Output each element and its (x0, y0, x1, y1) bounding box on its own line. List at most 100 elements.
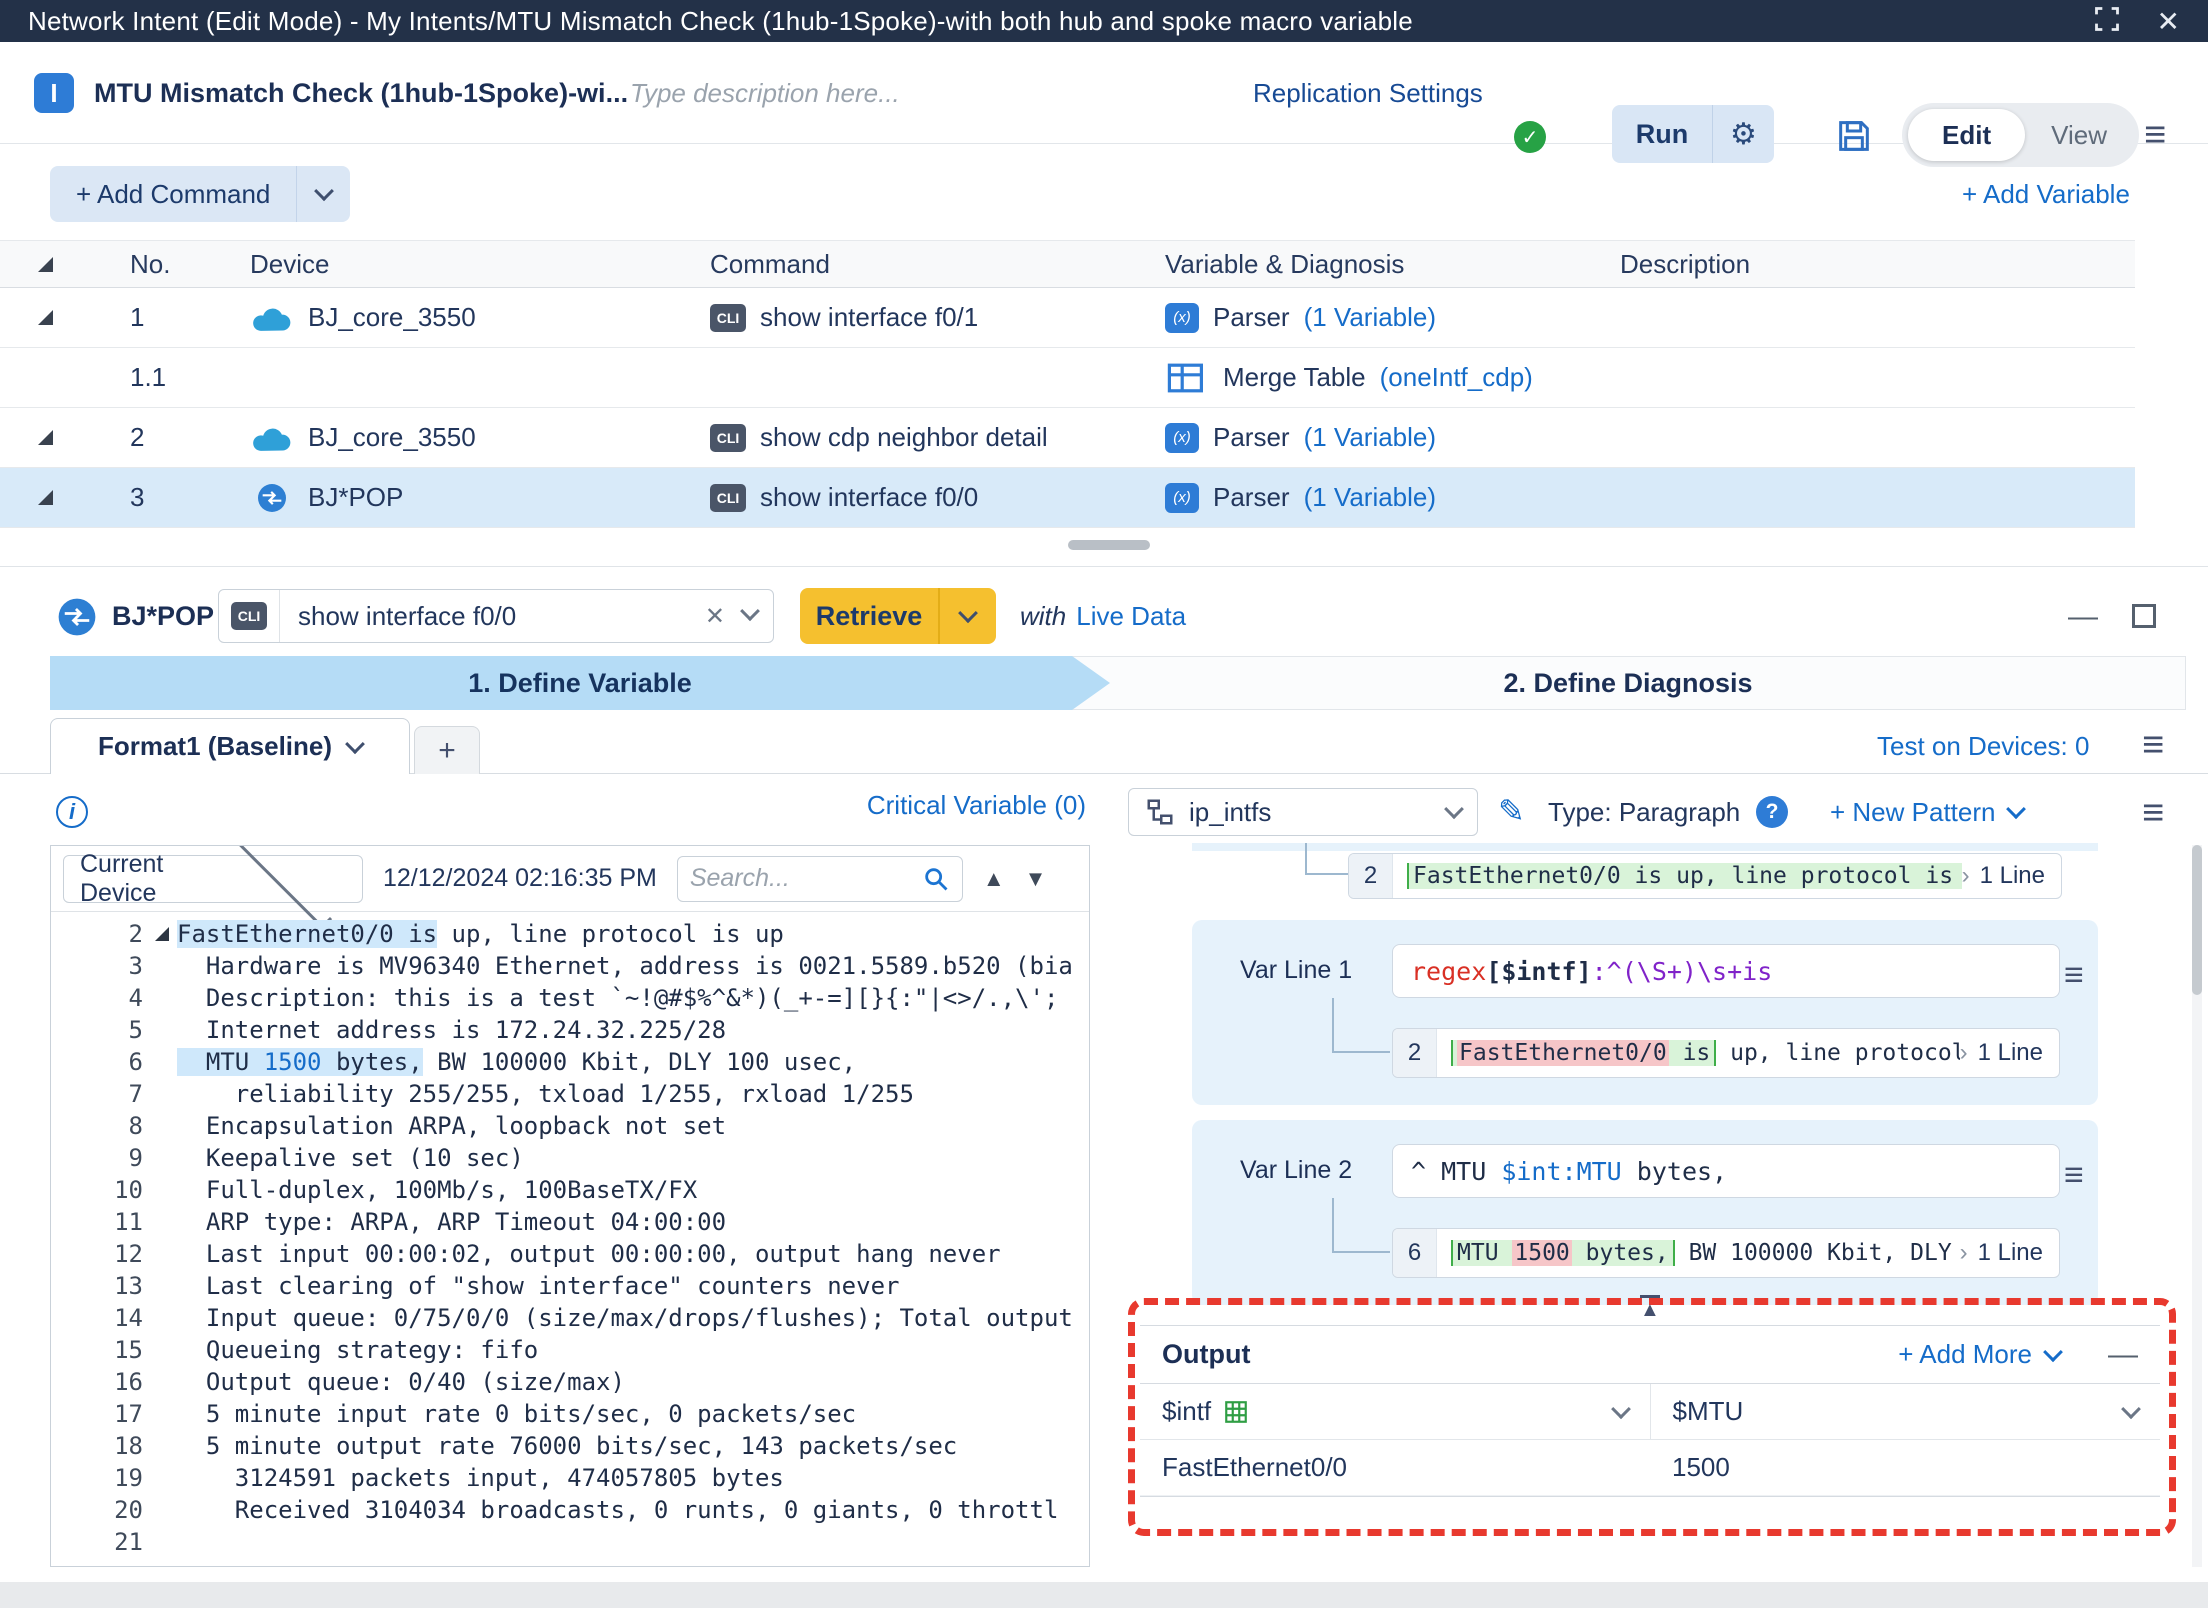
maximize-icon[interactable] (2093, 5, 2121, 38)
var-line-1-menu-icon[interactable]: ≡ (2064, 956, 2084, 995)
new-pattern-label: + New Pattern (1830, 797, 1995, 828)
code-line: 5 Internet address is 172.24.32.225/28 (51, 1014, 1089, 1046)
merge-table-label: Merge Table (1223, 362, 1366, 393)
row-expander-icon[interactable] (38, 430, 53, 445)
device-name: BJ_core_3550 (308, 422, 476, 453)
line-count-link[interactable]: ›1 Line (1962, 862, 2061, 890)
collapse-output-icon[interactable]: ▲ (1640, 1295, 1660, 1320)
variable-type-label: Type: Paragraph (1548, 788, 1740, 836)
output-header: Output + Add More — (1140, 1326, 2160, 1384)
save-icon[interactable] (1834, 116, 1874, 156)
test-on-devices-link[interactable]: Test on Devices: 0 (1877, 718, 2089, 774)
description-input[interactable]: Type description here... (630, 42, 900, 144)
var-line-2-card: Var Line 2 ^ MTU $int:MTU bytes, ≡ 6 MTU… (1192, 1120, 2098, 1305)
table-row[interactable]: 1.1 Merge Table (oneIntf_cdp) (0, 348, 2135, 408)
tab-format1-baseline[interactable]: Format1 (Baseline) (50, 718, 410, 774)
help-icon[interactable]: ? (1756, 796, 1788, 828)
code-line: 4 Description: this is a test `~!@#$%^&*… (51, 982, 1089, 1014)
command-value: show interface f0/0 (280, 601, 691, 632)
add-command-dropdown[interactable] (296, 166, 350, 222)
line-text: Full-duplex, 100Mb/s, 100BaseTX/FX (177, 1174, 697, 1206)
variable-link[interactable]: (1 Variable) (1304, 482, 1436, 513)
command-dropdown-icon[interactable] (739, 607, 773, 626)
line-number: 3 (51, 950, 143, 982)
collapse-marker-icon[interactable] (155, 927, 169, 941)
row-expander-icon[interactable] (38, 490, 53, 505)
add-more-link[interactable]: + Add More (1898, 1339, 2060, 1370)
critical-variable-link[interactable]: Critical Variable (0) (820, 790, 1086, 821)
var-line-1-label: Var Line 1 (1240, 956, 1352, 985)
replication-settings-link[interactable]: Replication Settings (1253, 42, 1483, 144)
output-column-intf-select[interactable]: $intf (1140, 1384, 1650, 1439)
horizontal-scrollbar[interactable] (1068, 540, 1150, 550)
row-expander-icon[interactable] (38, 310, 53, 325)
device-output-panel: Current Device 12/12/2024 02:16:35 PM Se… (50, 845, 1090, 1567)
tabs-menu-icon[interactable]: ≡ (2142, 726, 2164, 764)
search-next-icon[interactable]: ▼ (1025, 866, 1047, 892)
window-titlebar: Network Intent (Edit Mode) - My Intents/… (0, 0, 2208, 42)
run-button[interactable]: Run (1612, 105, 1712, 163)
line-count-link[interactable]: ›1 Line (1960, 1239, 2059, 1267)
output-minimize-icon[interactable]: — (2108, 1338, 2138, 1372)
merge-table-icon (1165, 362, 1209, 394)
search-input[interactable]: Search... (677, 856, 963, 902)
line-count-link[interactable]: ›1 Line (1960, 1039, 2059, 1067)
view-toggle[interactable]: View (2025, 120, 2133, 151)
retrieve-button-group: Retrieve (800, 588, 996, 644)
var-line-1-card: Var Line 1 regex[$intf]:^(\S+)\s+is ≡ 2 … (1192, 920, 2098, 1105)
line-text: Output queue: 0/40 (size/max) (177, 1366, 625, 1398)
code-line: 15 Queueing strategy: fifo (51, 1334, 1089, 1366)
table-row-selected[interactable]: 3 BJ*POP CLI show interface f0/0 (x) Par… (0, 468, 2135, 528)
add-format-tab[interactable]: + (414, 726, 480, 774)
run-settings-button[interactable]: ⚙ (1712, 105, 1774, 163)
device-scope-select[interactable]: Current Device (63, 855, 363, 903)
vertical-scrollbar[interactable] (2192, 845, 2202, 995)
output-column-mtu-select[interactable]: $MTU (1650, 1384, 2161, 1439)
var-line-2-match-row[interactable]: 6 MTU 1500 bytes, BW 100000 Kbit, DLY ..… (1392, 1228, 2060, 1278)
variable-select[interactable]: ip_intfs (1128, 788, 1478, 836)
var-line-2-menu-icon[interactable]: ≡ (2064, 1156, 2084, 1195)
code-line: 8 Encapsulation ARPA, loopback not set (51, 1110, 1089, 1142)
search-icon[interactable] (922, 865, 950, 893)
command-select[interactable]: CLI show interface f0/0 ✕ (218, 589, 774, 643)
var-line-1-match-row[interactable]: 2 FastEthernet0/0 is up, line protocol i… (1392, 1028, 2060, 1078)
edit-variable-icon[interactable]: ✎ (1498, 792, 1525, 830)
variable-name: ip_intfs (1189, 797, 1433, 828)
table-row[interactable]: 2 BJ_core_3550 CLI show cdp neighbor det… (0, 408, 2135, 468)
step-define-variable[interactable]: 1. Define Variable (50, 656, 1110, 710)
variable-link[interactable]: (1 Variable) (1304, 302, 1436, 333)
pattern-menu-icon[interactable]: ≡ (2142, 794, 2164, 832)
merge-table-link[interactable]: (oneIntf_cdp) (1380, 362, 1533, 393)
search-prev-icon[interactable]: ▲ (983, 866, 1005, 892)
restore-icon[interactable] (2132, 604, 2156, 628)
close-icon[interactable]: ✕ (2157, 5, 2180, 38)
parser-icon: (x) (1165, 423, 1199, 453)
add-variable-link[interactable]: + Add Variable (1962, 166, 2130, 222)
chevron-down-icon (2007, 799, 2027, 819)
header-menu-icon[interactable]: ≡ (2144, 116, 2166, 154)
retrieve-dropdown-button[interactable] (938, 588, 996, 644)
code-line: 16 Output queue: 0/40 (size/max) (51, 1366, 1089, 1398)
sample-match-row[interactable]: 2 FastEthernet0/0 is up, line protocol i… (1348, 853, 2062, 899)
cli-icon: CLI (710, 304, 746, 332)
collapse-all-icon[interactable] (38, 257, 53, 272)
line-text: FastEthernet0/0 is up, line protocol is … (177, 918, 784, 950)
var-line-2-label: Var Line 2 (1240, 1156, 1352, 1185)
add-command-button[interactable]: + Add Command (50, 166, 350, 222)
device-output-code[interactable]: 2 FastEthernet0/0 is up, line protocol i… (51, 912, 1089, 1558)
edit-toggle[interactable]: Edit (1908, 109, 2025, 161)
live-data-link[interactable]: Live Data (1076, 601, 1186, 632)
output-intf-value: FastEthernet0/0 (1140, 1440, 1650, 1495)
variable-link[interactable]: (1 Variable) (1304, 422, 1436, 453)
intent-header: I MTU Mismatch Check (1hub-1Spoke)-wi...… (0, 42, 2208, 144)
table-row[interactable]: 1 BJ_core_3550 CLI show interface f0/1 (… (0, 288, 2135, 348)
step-define-diagnosis[interactable]: 2. Define Diagnosis (1070, 656, 2186, 710)
var-line-1-regex-input[interactable]: regex[$intf]:^(\S+)\s+is (1392, 944, 2060, 998)
retrieve-button[interactable]: Retrieve (800, 588, 938, 644)
var-line-2-pattern-input[interactable]: ^ MTU $int:MTU bytes, (1392, 1144, 2060, 1198)
minimize-icon[interactable]: — (2068, 600, 2098, 634)
line-text: MTU 1500 bytes, BW 100000 Kbit, DLY 100 … (177, 1046, 856, 1078)
clear-command-icon[interactable]: ✕ (691, 602, 739, 631)
code-line: 19 3124591 packets input, 474057805 byte… (51, 1462, 1089, 1494)
new-pattern-link[interactable]: + New Pattern (1830, 788, 2023, 836)
